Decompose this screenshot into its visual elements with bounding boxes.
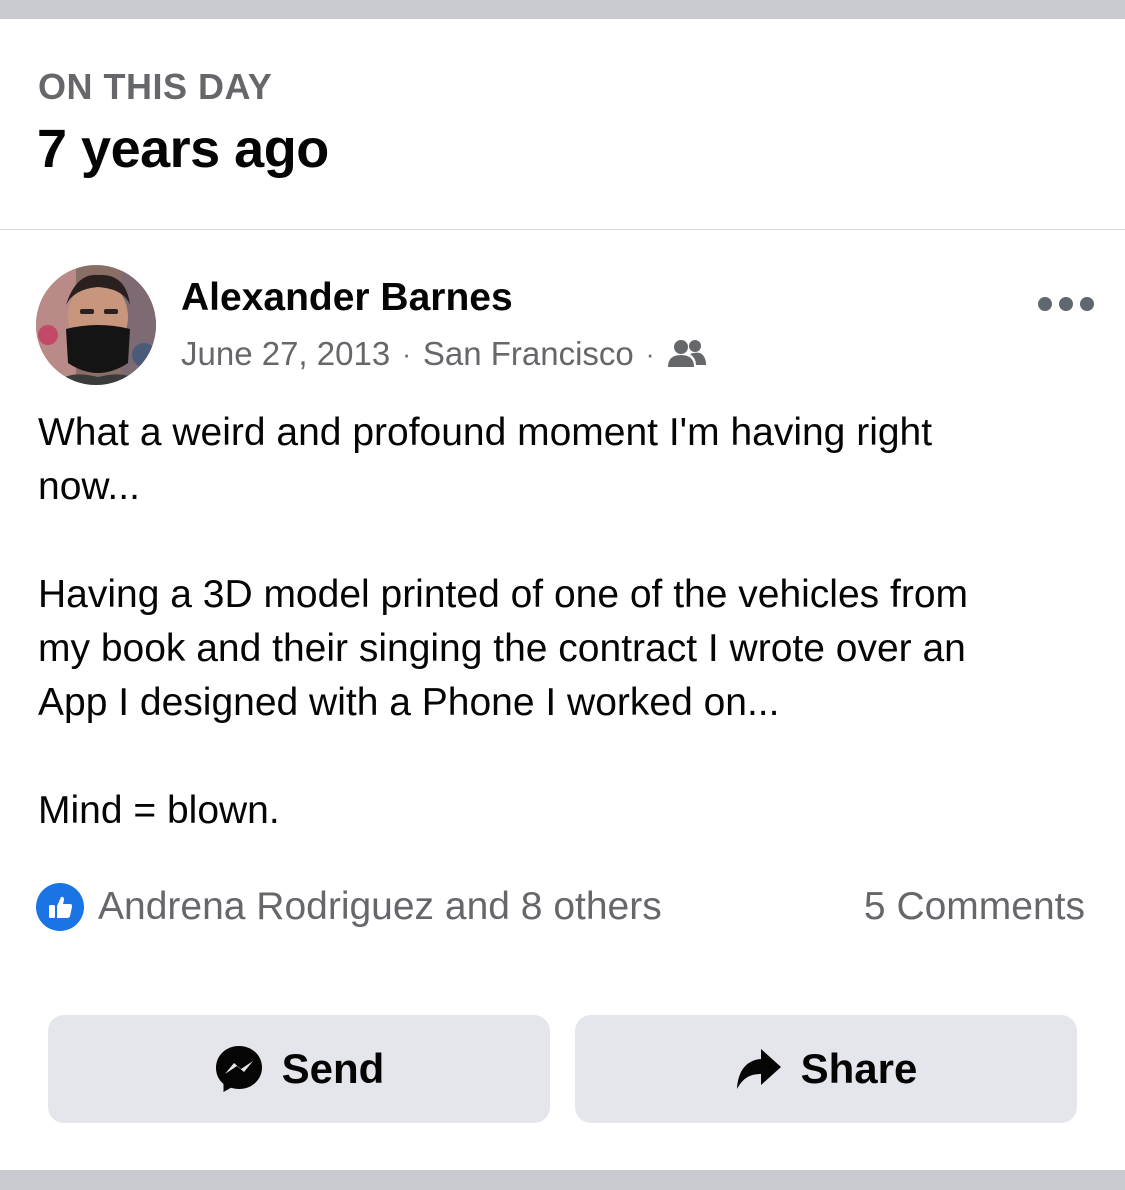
share-arrow-icon — [736, 1049, 781, 1089]
post-line: App I designed with a Phone I worked on.… — [38, 681, 780, 724]
post-meta: June 27, 2013 · San Francisco · — [181, 334, 707, 374]
more-options-icon[interactable] — [1038, 292, 1094, 316]
reactions-summary[interactable]: Andrena Rodriguez and 8 others — [36, 882, 662, 932]
messenger-icon — [215, 1046, 262, 1092]
memory-title: 7 years ago — [37, 119, 329, 179]
meta-separator: · — [402, 338, 411, 369]
post-text: What a weird and profound moment I'm hav… — [38, 406, 1098, 838]
post-line: now... — [38, 465, 140, 508]
post-date[interactable]: June 27, 2013 — [181, 335, 390, 373]
post-line: What a weird and profound moment I'm hav… — [38, 411, 933, 454]
meta-separator: · — [645, 338, 655, 369]
top-frame-bar — [0, 0, 1125, 19]
author-name[interactable]: Alexander Barnes — [181, 276, 513, 320]
avatar-photo — [36, 265, 156, 385]
post-line: Mind = blown. — [38, 789, 280, 832]
share-label: Share — [800, 1045, 918, 1092]
post-location[interactable]: San Francisco — [423, 335, 634, 373]
send-button[interactable]: Send — [48, 1015, 550, 1123]
avatar[interactable] — [36, 265, 156, 385]
friends-icon[interactable] — [668, 337, 707, 371]
comments-count[interactable]: 5 Comments — [864, 882, 1085, 932]
like-icon — [36, 883, 84, 931]
send-label: Send — [281, 1045, 385, 1092]
reactions-text: Andrena Rodriguez and 8 others — [98, 885, 662, 928]
more-dot — [1038, 297, 1052, 311]
post-line: my book and their singing the contract I… — [38, 627, 966, 670]
post-line: Having a 3D model printed of one of the … — [38, 573, 969, 616]
divider — [0, 229, 1125, 230]
share-button[interactable]: Share — [575, 1015, 1077, 1123]
memory-label: ON THIS DAY — [38, 66, 273, 107]
more-dot — [1080, 297, 1094, 311]
more-dot — [1059, 297, 1073, 311]
bottom-frame-bar — [0, 1170, 1125, 1190]
